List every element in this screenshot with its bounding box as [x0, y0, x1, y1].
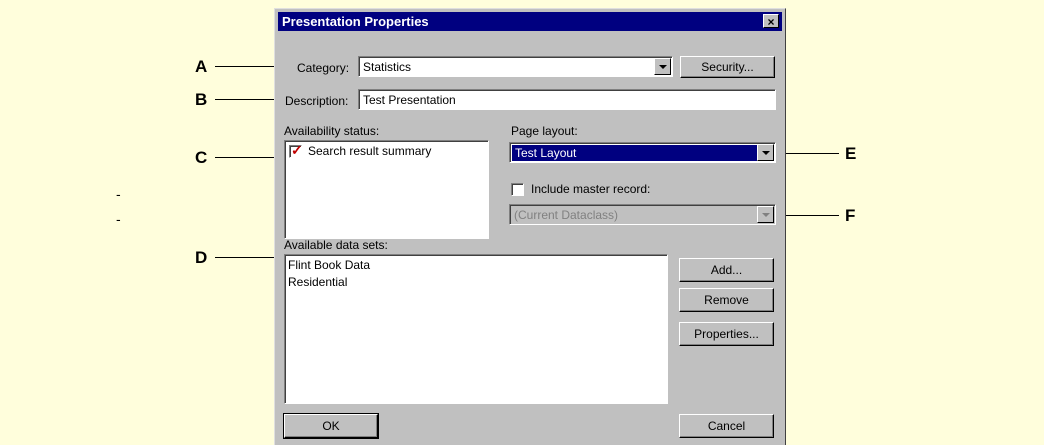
- callout-c: C: [195, 148, 208, 167]
- title-bar: Presentation Properties ×: [278, 12, 782, 31]
- callout-f-line: [779, 215, 839, 216]
- category-value: Statistics: [363, 60, 412, 74]
- chevron-down-icon[interactable]: [654, 58, 671, 75]
- include-master-checkbox[interactable]: [511, 183, 524, 196]
- presentation-properties-dialog: Presentation Properties × Category: Stat…: [274, 8, 786, 445]
- chevron-down-icon[interactable]: [757, 144, 774, 161]
- include-master-label: Include master record:: [531, 182, 651, 196]
- master-dataclass-value: (Current Dataclass): [514, 208, 619, 222]
- dialog-title: Presentation Properties: [282, 14, 429, 29]
- ok-button[interactable]: OK: [283, 413, 379, 439]
- close-icon[interactable]: ×: [763, 14, 779, 29]
- callout-b: B: [195, 90, 208, 109]
- chevron-down-icon: [757, 206, 774, 223]
- datasets-label: Available data sets:: [284, 238, 388, 252]
- availability-status-label: Availability status:: [284, 124, 380, 138]
- page-layout-label: Page layout:: [511, 124, 578, 138]
- description-field[interactable]: Test Presentation: [358, 89, 776, 110]
- description-value: Test Presentation: [363, 93, 456, 107]
- page-layout-dropdown[interactable]: Test Layout: [509, 142, 776, 163]
- check-icon: ✓: [291, 142, 303, 158]
- availability-item-label: Search result summary: [308, 144, 432, 158]
- availability-checkbox[interactable]: ✓: [289, 142, 303, 158]
- cancel-button[interactable]: Cancel: [679, 414, 774, 438]
- list-item[interactable]: Flint Book Data: [285, 257, 667, 274]
- callout-d: D: [195, 248, 208, 267]
- callout-e: E: [845, 144, 857, 163]
- category-dropdown[interactable]: Statistics: [358, 56, 673, 77]
- callout-a: A: [195, 57, 208, 76]
- callout-f: F: [845, 206, 856, 225]
- callout-e-line: [779, 153, 839, 154]
- remove-button[interactable]: Remove: [679, 288, 774, 312]
- category-label: Category:: [297, 61, 350, 75]
- datasets-list[interactable]: Flint Book Data Residential: [284, 254, 668, 404]
- master-dataclass-dropdown: (Current Dataclass): [509, 204, 776, 225]
- properties-button[interactable]: Properties...: [679, 322, 774, 346]
- page-layout-value: Test Layout: [512, 145, 759, 161]
- list-item[interactable]: Residential: [285, 274, 667, 291]
- description-label: Description:: [285, 94, 349, 108]
- availability-status-list[interactable]: ✓ Search result summary: [284, 140, 489, 239]
- security-button[interactable]: Security...: [680, 56, 775, 78]
- availability-item[interactable]: ✓ Search result summary: [289, 143, 488, 160]
- dash-mark: -: [116, 211, 121, 227]
- dash-mark: -: [116, 186, 121, 202]
- add-button[interactable]: Add...: [679, 258, 774, 282]
